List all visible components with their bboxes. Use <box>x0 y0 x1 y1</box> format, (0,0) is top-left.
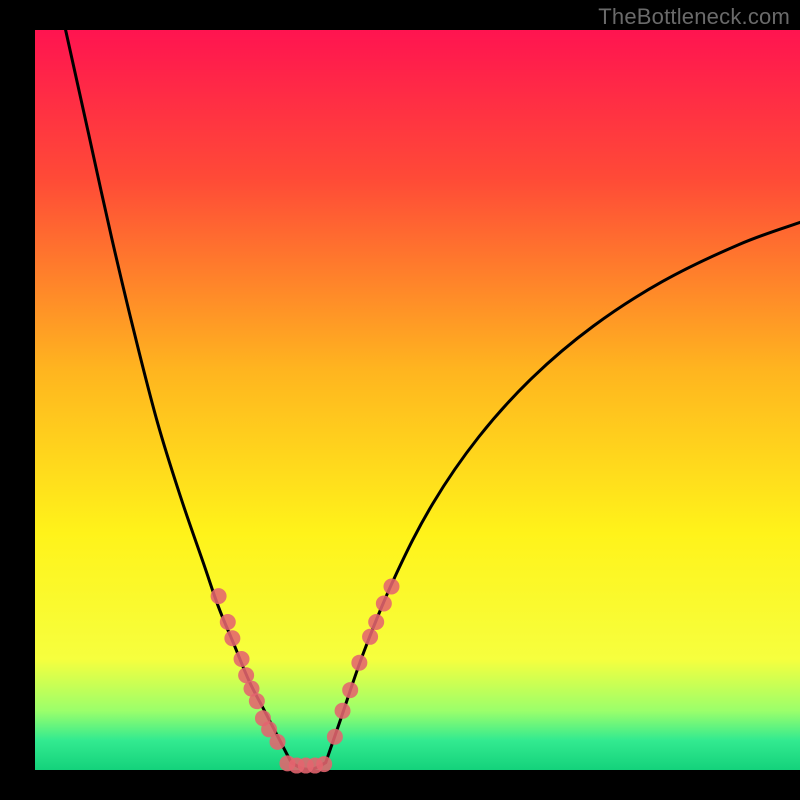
marker-dot <box>249 693 265 709</box>
marker-dot <box>224 630 240 646</box>
watermark-text: TheBottleneck.com <box>598 4 790 30</box>
marker-dot <box>362 629 378 645</box>
marker-dot <box>368 614 384 630</box>
marker-dot <box>376 596 392 612</box>
marker-dot <box>327 729 343 745</box>
marker-dot <box>270 734 286 750</box>
marker-dot <box>351 655 367 671</box>
marker-dot <box>383 578 399 594</box>
marker-dot <box>335 703 351 719</box>
plot-background <box>35 30 800 770</box>
marker-dot <box>234 651 250 667</box>
bottleneck-chart <box>0 0 800 800</box>
marker-dot <box>211 588 227 604</box>
chart-container: { "watermark": "TheBottleneck.com", "cha… <box>0 0 800 800</box>
marker-dot <box>220 614 236 630</box>
marker-dot <box>342 682 358 698</box>
marker-dot <box>316 756 332 772</box>
